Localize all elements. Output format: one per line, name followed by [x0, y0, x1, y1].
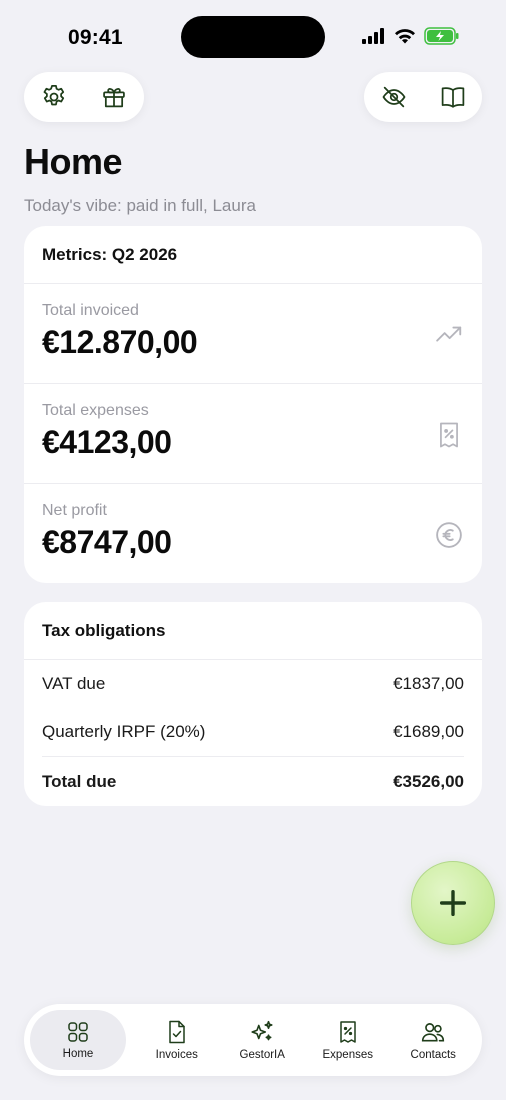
receipt-percent-icon — [440, 422, 458, 448]
sparkles-icon — [251, 1020, 273, 1041]
tax-row-value: €1689,00 — [393, 722, 464, 741]
status-icons — [362, 27, 460, 45]
tax-row-label: VAT due — [42, 674, 106, 693]
tab-label: Invoices — [155, 1049, 198, 1061]
tab-label: GestorIA — [239, 1049, 285, 1061]
tab-label: Expenses — [322, 1049, 373, 1061]
wifi-icon — [395, 29, 415, 44]
tab-invoices[interactable]: Invoices — [134, 1010, 220, 1070]
metric-label: Total expenses — [42, 402, 149, 419]
tab-label: Contacts — [410, 1049, 456, 1061]
euro-circle-icon — [436, 522, 462, 548]
tax-row-value: €1837,00 — [393, 674, 464, 693]
tax-obligations-card: Tax obligations VAT due €1837,00 Quarter… — [24, 602, 482, 806]
tab-expenses[interactable]: Expenses — [305, 1010, 391, 1070]
metric-total-invoiced[interactable]: Total invoiced €12.870,00 — [24, 284, 482, 384]
add-button[interactable] — [411, 861, 495, 945]
tab-home[interactable]: Home — [30, 1010, 126, 1070]
metric-total-expenses[interactable]: Total expenses €4123,00 — [24, 384, 482, 484]
gear-icon — [43, 85, 65, 106]
metric-label: Total invoiced — [42, 302, 139, 319]
receipt-percent-icon — [340, 1021, 356, 1043]
gift-icon — [103, 88, 125, 108]
tab-contacts[interactable]: Contacts — [391, 1010, 477, 1070]
guide-button[interactable] — [433, 77, 473, 117]
tab-label: Home — [62, 1048, 94, 1060]
bottom-tab-bar: Home Invoices GestorIA Expenses Contacts — [24, 1004, 482, 1076]
document-check-icon — [169, 1020, 185, 1044]
grid-icon — [68, 1022, 88, 1042]
plus-icon — [439, 889, 467, 917]
metric-value: €8747,00 — [42, 524, 172, 560]
trending-up-icon — [436, 326, 462, 342]
metric-value: €4123,00 — [42, 424, 172, 460]
metrics-card-title[interactable]: Metrics: Q2 2026 — [24, 226, 482, 284]
status-bar: 09:41 — [0, 0, 506, 76]
tab-gestoria[interactable]: GestorIA — [220, 1010, 306, 1070]
battery-charging-icon — [424, 27, 459, 45]
metrics-card: Metrics: Q2 2026 Total invoiced €12.870,… — [24, 226, 482, 583]
metric-label: Net profit — [42, 502, 107, 519]
settings-button[interactable] — [34, 77, 74, 117]
metric-net-profit[interactable]: Net profit €8747,00 — [24, 484, 482, 583]
metric-value: €12.870,00 — [42, 324, 198, 360]
page-title: Home — [24, 141, 123, 182]
tax-row-total: Total due €3526,00 — [42, 756, 464, 806]
tax-card-title[interactable]: Tax obligations — [24, 602, 482, 660]
gift-button[interactable] — [94, 77, 134, 117]
page-subtitle: Today's vibe: paid in full, Laura — [24, 196, 256, 215]
top-right-actions — [364, 72, 482, 122]
dynamic-island — [181, 16, 325, 58]
cellular-signal-icon — [362, 28, 384, 44]
top-left-actions — [24, 72, 144, 122]
tax-total-value: €3526,00 — [393, 771, 464, 791]
tax-total-label: Total due — [42, 771, 117, 791]
tax-row-irpf[interactable]: Quarterly IRPF (20%) €1689,00 — [42, 708, 464, 756]
hide-values-button[interactable] — [374, 77, 414, 117]
status-time: 09:41 — [68, 26, 123, 49]
book-open-icon — [441, 87, 464, 108]
users-icon — [422, 1023, 445, 1042]
eye-off-icon — [382, 86, 405, 108]
tax-row-label: Quarterly IRPF (20%) — [42, 722, 206, 741]
tax-row-vat[interactable]: VAT due €1837,00 — [42, 660, 464, 708]
